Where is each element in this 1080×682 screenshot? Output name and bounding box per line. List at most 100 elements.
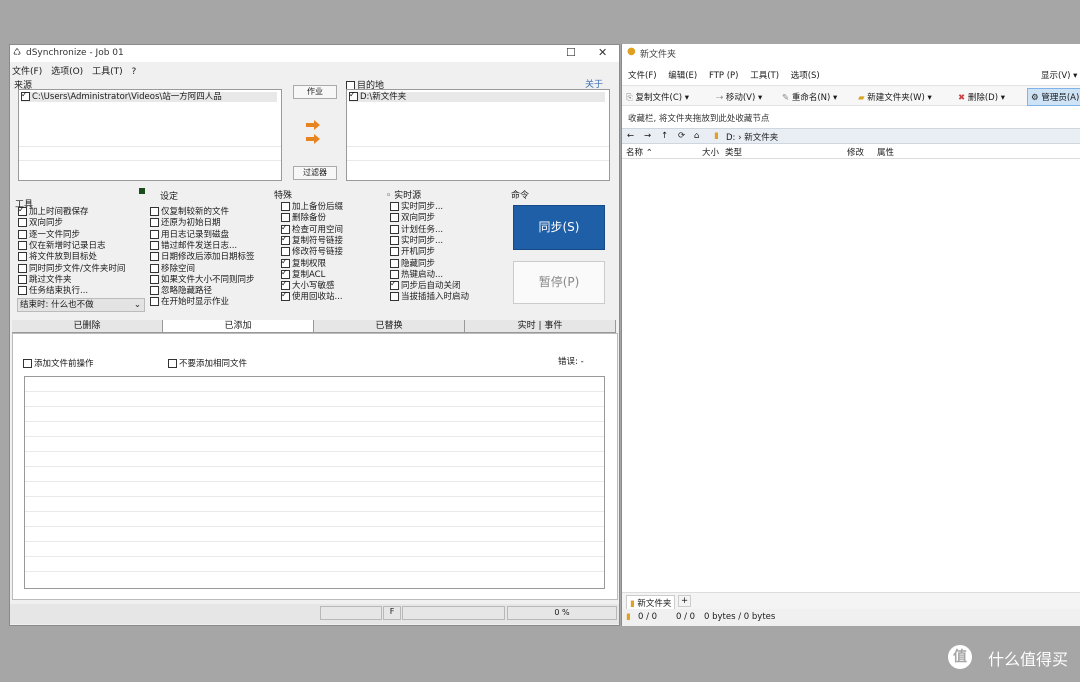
special-option[interactable]: 复制权限 (281, 257, 326, 269)
realtime-option[interactable]: 计划任务... (390, 224, 443, 235)
column-attributes[interactable]: 属性 (877, 146, 894, 158)
checkbox[interactable] (18, 252, 27, 262)
special-option[interactable]: 检查可用空间 (281, 223, 343, 235)
special-option[interactable]: 加上备份后缀 (281, 202, 343, 212)
checkbox[interactable] (390, 213, 399, 223)
setting-option[interactable]: 移除空间 (150, 263, 195, 274)
special-option[interactable]: 修改符号链接 (281, 247, 343, 257)
checkbox[interactable] (23, 359, 32, 368)
checkbox[interactable] (281, 279, 290, 291)
after-sync-select[interactable]: 结束时: 什么也不做 ⌄ (17, 298, 145, 312)
tool-option[interactable]: 任务结束执行... (18, 286, 88, 296)
tool-option[interactable]: 仅在新增时记录日志 (18, 240, 106, 251)
column-type[interactable]: 类型 (725, 146, 742, 158)
checkbox[interactable] (390, 235, 399, 245)
checkbox[interactable] (390, 247, 399, 257)
tab-deleted[interactable]: 已删除 (12, 320, 163, 332)
added-file-list[interactable] (24, 376, 605, 589)
menu-options[interactable]: 选项(O) (51, 67, 83, 77)
address-path[interactable]: D: › 新文件夹 (726, 131, 778, 143)
close-icon[interactable]: ✕ (598, 46, 607, 59)
setting-option[interactable]: 在开始时显示作业 (150, 297, 229, 307)
checkbox[interactable] (281, 290, 290, 302)
column-modified[interactable]: 修改 (847, 146, 864, 158)
menu-file[interactable]: 文件(F) (12, 67, 42, 77)
checkbox[interactable] (150, 218, 159, 228)
checkbox[interactable] (390, 292, 399, 302)
checkbox[interactable] (281, 202, 290, 211)
refresh-icon[interactable]: ⟳ (678, 131, 685, 141)
tool-option[interactable]: 双向同步 (18, 218, 63, 228)
realtime-option[interactable]: 开机同步 (390, 247, 435, 257)
special-option[interactable]: 大小写敏感 (281, 279, 335, 291)
setting-option[interactable]: 仅复制较新的文件 (150, 207, 229, 217)
realtime-option[interactable]: 当拔插插入时启动 (390, 292, 469, 302)
checkbox[interactable] (150, 240, 159, 250)
checkbox[interactable] (150, 297, 159, 307)
no-add-checkbox-row[interactable]: 不要添加相同文件 (168, 359, 247, 369)
forward-icon[interactable]: → (644, 131, 651, 141)
job-button[interactable]: 作业 (293, 85, 337, 99)
tool-option[interactable]: 逐一文件同步 (18, 229, 80, 240)
source-item[interactable]: C:\Users\Administrator\Videos\站一方阿四人品 (21, 90, 277, 102)
pause-button[interactable]: 暂停(P) (513, 261, 605, 304)
realtime-option[interactable]: 实时同步... (390, 235, 443, 246)
setting-option[interactable]: 如果文件大小不同则同步 (150, 274, 255, 285)
checkbox[interactable] (281, 268, 290, 279)
destination-list[interactable]: D:\新文件夹 (346, 89, 610, 181)
checkbox[interactable] (150, 252, 159, 262)
checkbox[interactable] (150, 274, 159, 284)
menu-tools[interactable]: 工具(T) (92, 67, 123, 77)
home-icon[interactable]: ⌂ (694, 131, 699, 141)
destination-item-checkbox[interactable] (349, 90, 358, 101)
copy-button[interactable]: ⎘ 复制文件(C) ▾ (626, 91, 689, 103)
checkbox[interactable] (168, 359, 177, 368)
checkbox[interactable] (150, 263, 159, 273)
menu-ftp[interactable]: FTP (P) (709, 71, 739, 81)
back-icon[interactable]: ← (627, 131, 634, 141)
tool-option[interactable]: 同时同步文件/文件夹时间 (18, 263, 125, 274)
checkbox[interactable] (390, 202, 399, 211)
special-option[interactable]: 复制符号链接 (281, 234, 343, 246)
checkbox[interactable] (281, 247, 290, 257)
realtime-option[interactable]: 隐藏同步 (390, 258, 435, 269)
realtime-option[interactable]: 实时同步... (390, 202, 443, 212)
delete-button[interactable]: ✖ 删除(D) ▾ (958, 91, 1005, 103)
checkbox[interactable] (390, 269, 399, 279)
column-size[interactable]: 大小 (702, 146, 719, 158)
checkbox[interactable] (281, 257, 290, 268)
sync-button[interactable]: 同步(S) (513, 205, 605, 250)
setting-option[interactable]: 日期修改后添加日期标签 (150, 252, 255, 262)
up-icon[interactable]: ↑ (661, 131, 668, 141)
realtime-option[interactable]: 同步后自动关闭 (390, 279, 461, 291)
source-list[interactable]: C:\Users\Administrator\Videos\站一方阿四人品 (18, 89, 282, 181)
menu-help[interactable]: ? (131, 67, 136, 77)
maximize-icon[interactable]: ☐ (566, 46, 576, 59)
checkbox[interactable] (390, 224, 399, 234)
checkbox[interactable] (18, 205, 27, 216)
rename-button[interactable]: ✎ 重命名(N) ▾ (782, 91, 837, 103)
source-item-checkbox[interactable] (21, 90, 30, 101)
checkbox[interactable] (390, 258, 399, 268)
setting-option[interactable]: 用日志记录到磁盘 (150, 229, 229, 240)
checkbox[interactable] (390, 279, 399, 291)
checkbox[interactable] (150, 207, 159, 216)
realtime-option[interactable]: 双向同步 (390, 213, 435, 223)
tab-realtime-events[interactable]: 实时 | 事件 (465, 320, 616, 332)
tool-option[interactable]: 加上时间戳保存 (18, 205, 89, 217)
checkbox[interactable] (18, 274, 27, 284)
realtime-option[interactable]: 热键启动... (390, 269, 443, 280)
tool-option[interactable]: 将文件放到目标处 (18, 252, 97, 262)
checkbox[interactable] (18, 240, 27, 250)
checkbox[interactable] (281, 223, 290, 234)
checkbox[interactable] (150, 286, 159, 296)
menu-options[interactable]: 选项(S) (791, 71, 820, 81)
setting-option[interactable]: 错过邮件发送日志... (150, 240, 237, 251)
checkbox[interactable] (150, 229, 159, 239)
new-folder-button[interactable]: ▰ 新建文件夹(W) ▾ (858, 91, 932, 103)
tab-added[interactable]: 已添加 (163, 320, 314, 332)
column-name[interactable]: 名称 ⌃ (626, 146, 653, 158)
menu-tools[interactable]: 工具(T) (750, 71, 779, 81)
admin-button[interactable]: ⚙ 管理员(A) (1027, 88, 1080, 106)
checkbox[interactable] (18, 263, 27, 273)
